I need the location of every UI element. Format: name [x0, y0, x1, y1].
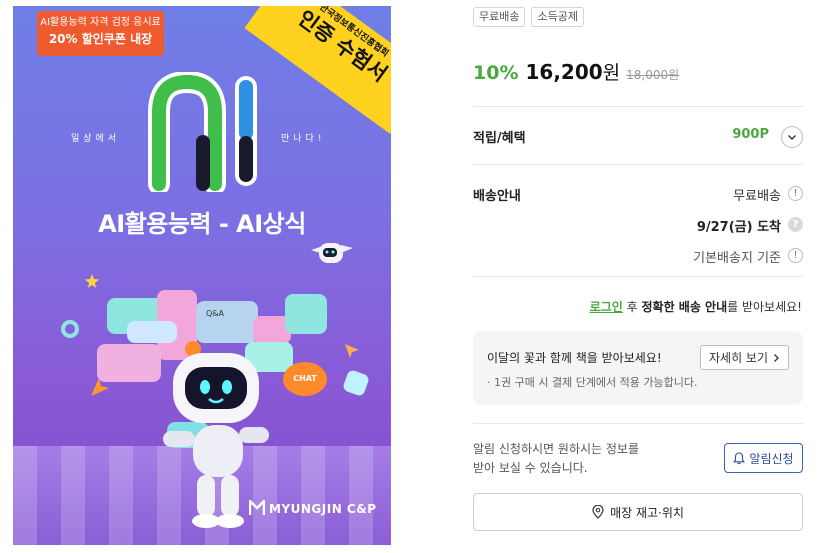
alarm-line-2: 받아 보실 수 있습니다.: [473, 461, 588, 475]
info-icon[interactable]: !: [788, 248, 803, 263]
divider: [473, 423, 803, 424]
ai-logo-graphic: [148, 72, 257, 192]
chat-bubble-chat: CHAT: [283, 362, 327, 396]
cursor-arrow-icon: [91, 378, 109, 396]
alarm-button-label: 알림신청: [749, 451, 794, 466]
store-button-label: 매장 재고·위치: [610, 505, 684, 520]
login-notice-bold: 정확한 배송 안내: [641, 300, 728, 314]
bell-icon: [733, 451, 746, 464]
sale-price: 16,200: [525, 60, 603, 84]
login-notice-tail: 를 받아보세요!: [727, 300, 802, 314]
promo-detail-button[interactable]: 자세히 보기: [699, 345, 789, 370]
coupon-line-1: AI활용능력 자격 검정 응시료: [40, 17, 161, 28]
book-cover-title: AI활용능력 - AI상식: [98, 210, 306, 238]
shipping-free-text: 무료배송: [733, 189, 781, 204]
small-robot-icon: [311, 243, 353, 263]
alarm-description: 알림 신청하시면 원하시는 정보를 받아 보실 수 있습니다.: [473, 440, 639, 478]
login-notice: 로그인 후 정확한 배송 안내를 받아보세요!: [590, 298, 802, 315]
login-link[interactable]: 로그인: [590, 300, 623, 314]
cursor-arrow-icon-2: [345, 344, 359, 358]
publisher-name: MYUNGJIN C&P: [269, 502, 377, 516]
product-tags: 무료배송 소득공제: [473, 7, 584, 27]
reward-points: 900P: [732, 127, 769, 142]
shipping-label: 배송안내: [473, 189, 521, 204]
shipping-base-text: 기본배송지 기준: [693, 251, 781, 266]
price-row: 10% 16,200 원 18,000원: [473, 58, 679, 85]
divider: [473, 276, 803, 277]
store-stock-button[interactable]: 매장 재고·위치: [473, 493, 803, 531]
coupon-line-2: 20% 할인쿠폰 내장: [48, 32, 153, 46]
book-cover-image[interactable]: AI활용능력 자격 검정 응시료 20% 할인쿠폰 내장 한국정보통신진흥협회 …: [13, 6, 391, 545]
discount-rate: 10%: [473, 62, 519, 84]
help-question-icon[interactable]: ?: [788, 217, 803, 232]
benefit-label: 적립/혜택: [473, 131, 526, 146]
promo-detail-label: 자세히 보기: [708, 351, 768, 365]
arrival-date: 9/27(금) 도착: [696, 220, 781, 235]
ring-shape: [61, 320, 79, 338]
ribbon-line-2: 인증 수험서: [293, 6, 391, 87]
tag-free-shipping: 무료배송: [473, 7, 526, 27]
star-icon: [85, 274, 99, 288]
location-pin-icon: [592, 505, 604, 519]
promo-title: 이달의 꽃과 함께 책을 받아보세요!: [487, 351, 662, 365]
cover-side-text-left: 일상에서: [71, 134, 121, 144]
benefit-expand-button[interactable]: [781, 126, 803, 148]
alarm-line-1: 알림 신청하시면 원하시는 정보를: [473, 442, 640, 456]
info-icon[interactable]: !: [788, 186, 803, 201]
coupon-badge: AI활용능력 자격 검정 응시료 20% 할인쿠폰 내장: [37, 11, 164, 56]
chat-bubble-teal-2: [285, 294, 327, 334]
chevron-right-icon: [774, 353, 779, 362]
promo-note: · 1권 구매 시 결제 단계에서 적용 가능합니다.: [487, 376, 698, 389]
speech-cube-icon: [341, 368, 371, 398]
chevron-down-icon: [788, 135, 796, 140]
divider: [473, 106, 803, 107]
login-notice-after: 후: [622, 300, 642, 314]
original-price: 18,000원: [626, 68, 680, 82]
chat-bubble-chat-label: CHAT: [293, 374, 317, 383]
divider: [473, 164, 803, 165]
flower-promo-box: 이달의 꽃과 함께 책을 받아보세요! 자세히 보기 · 1권 구매 시 결제 …: [473, 331, 803, 405]
cover-side-text-right: 만나다!: [281, 134, 326, 144]
publisher-logo-icon: [249, 500, 265, 515]
price-unit: 원: [602, 62, 621, 84]
chat-bubble-qa-label: Q&A: [206, 309, 225, 318]
alarm-subscribe-button[interactable]: 알림신청: [724, 443, 803, 473]
tag-tax-deduction: 소득공제: [531, 7, 584, 27]
